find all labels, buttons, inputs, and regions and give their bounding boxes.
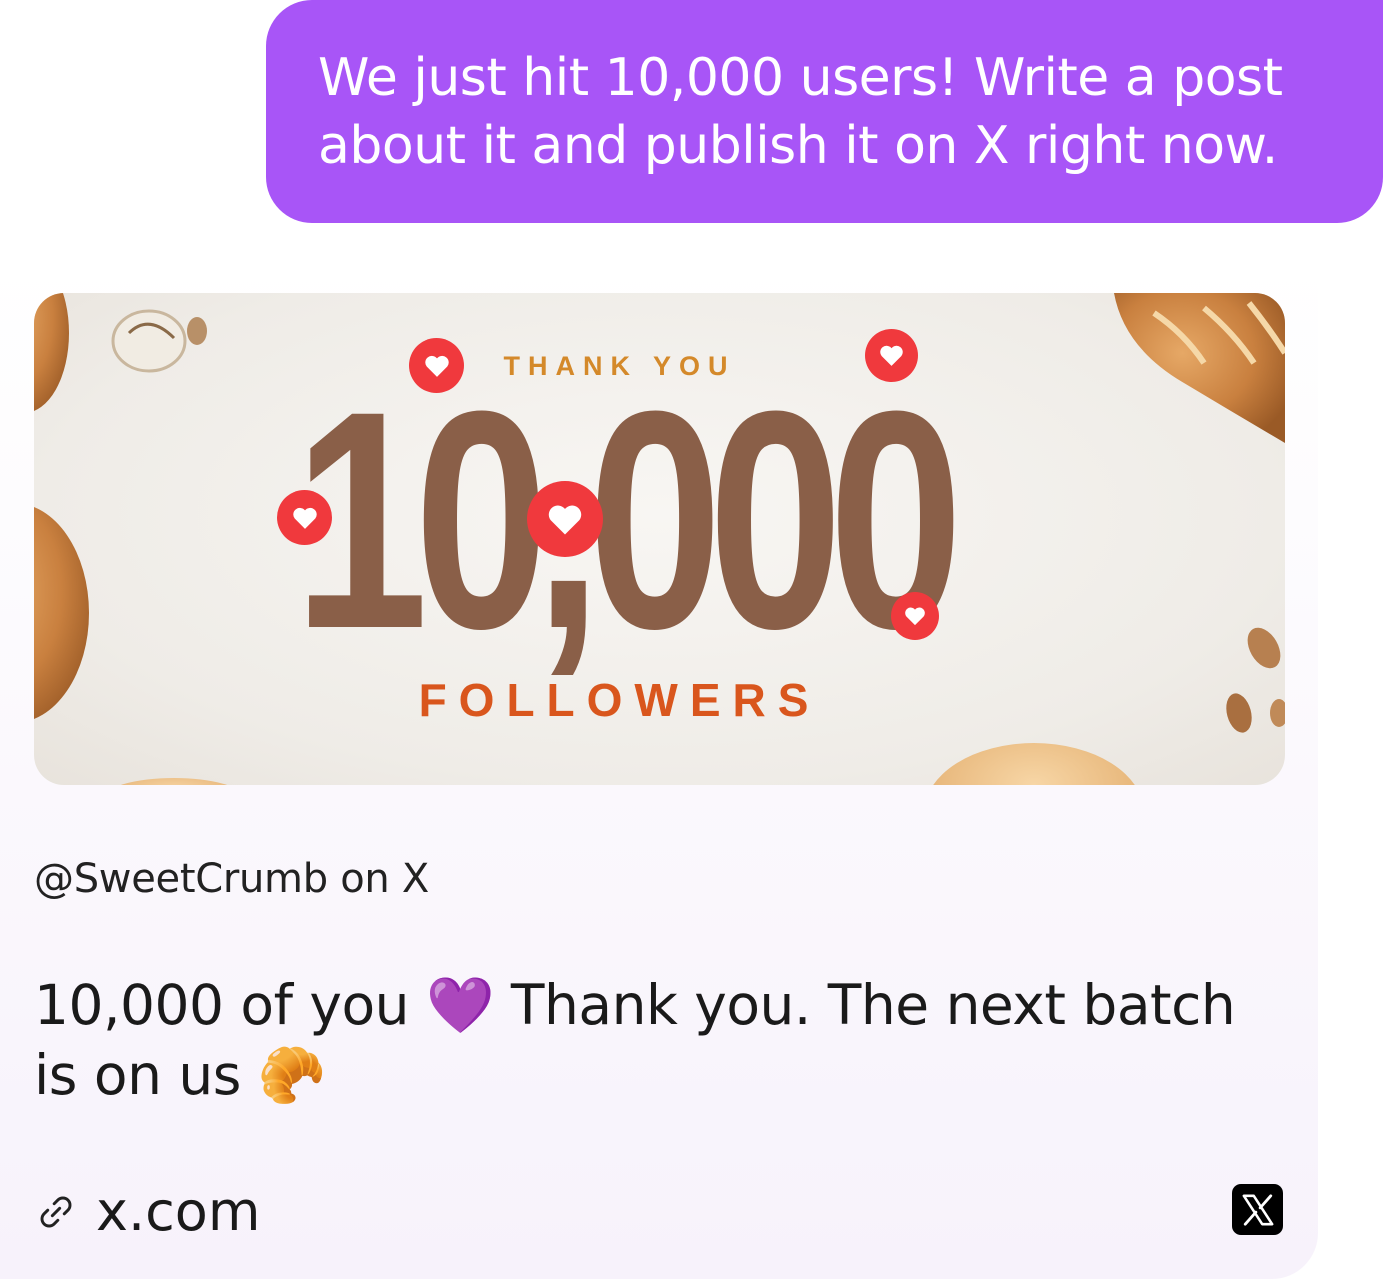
heart-icon (527, 481, 603, 557)
x-post-preview-card[interactable]: THANK YOU 10,000 FOLLOWERS @SweetCrumb o… (0, 262, 1318, 1279)
link-icon (40, 1196, 72, 1227)
user-message-text: We just hit 10,000 users! Write a post a… (318, 48, 1283, 176)
post-body-text: 10,000 of you 💜 Thank you. The next batc… (34, 973, 1236, 1107)
heart-icon (409, 338, 464, 393)
heart-icon (277, 490, 332, 545)
x-logo-icon (1232, 1184, 1283, 1235)
post-link[interactable]: x.com (34, 1180, 260, 1243)
account-handle: @SweetCrumb on X (34, 856, 429, 902)
image-followers-text: FOLLOWERS (418, 674, 821, 726)
link-text[interactable]: x.com (96, 1180, 260, 1243)
post-image-banner: THANK YOU 10,000 FOLLOWERS (34, 293, 1285, 785)
heart-icon (891, 592, 939, 640)
heart-icon (865, 329, 918, 382)
user-message-bubble: We just hit 10,000 users! Write a post a… (266, 0, 1383, 223)
